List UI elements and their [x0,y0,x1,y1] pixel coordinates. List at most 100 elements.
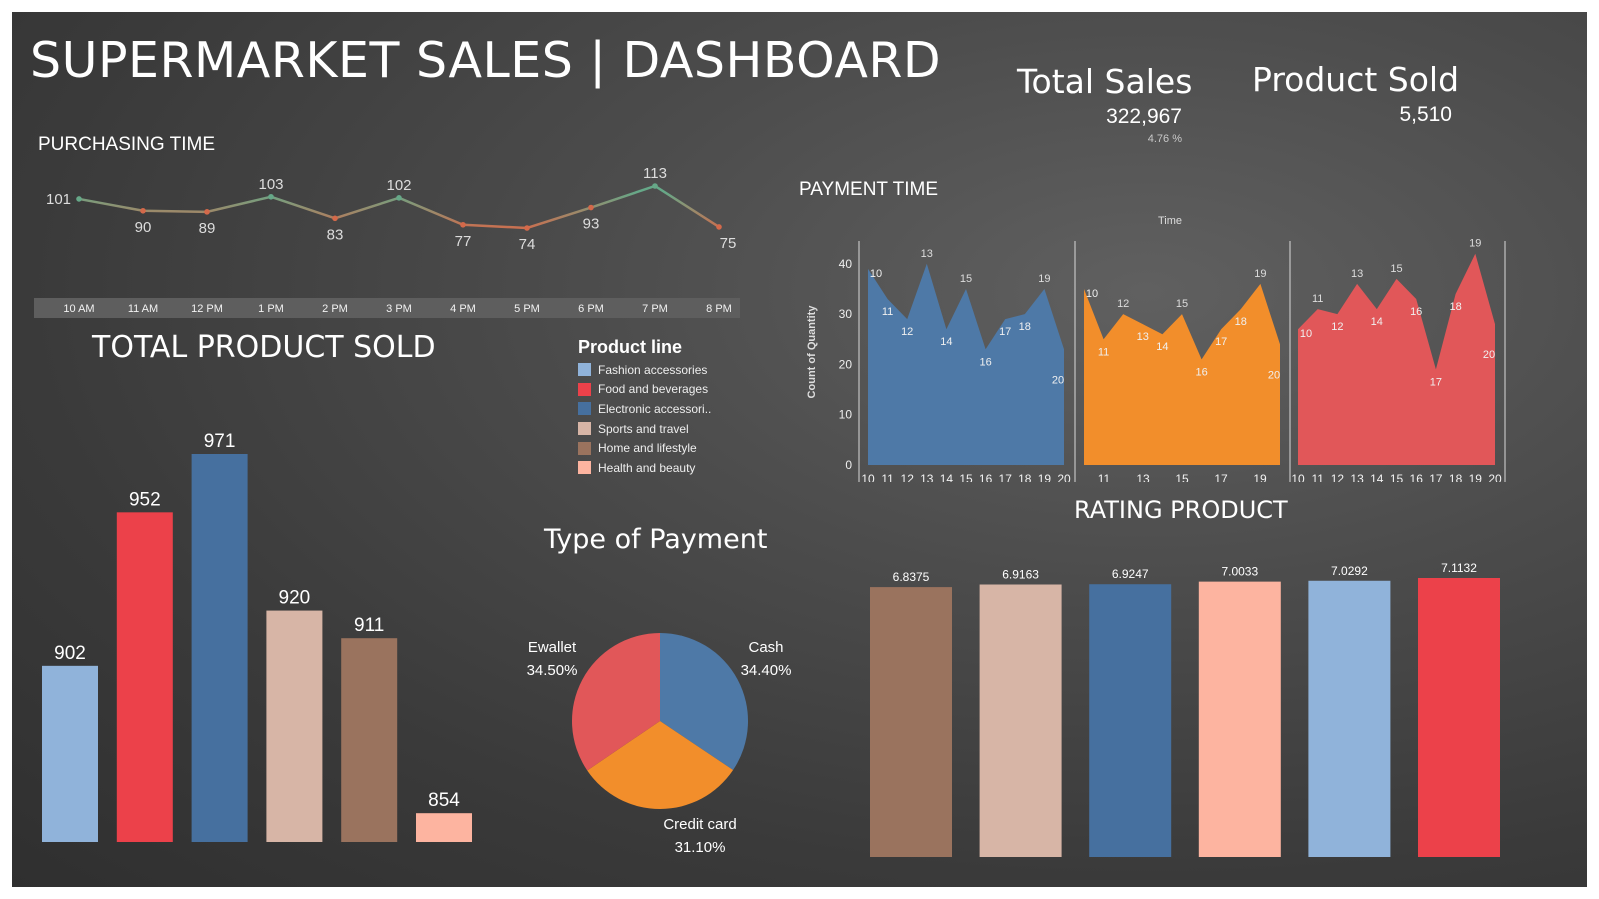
payment-x-tick: 15 [1390,472,1404,482]
legend-swatch [578,441,591,455]
payment-point-label: 20 [1268,369,1280,381]
payment-x-tick: 19 [1469,472,1483,482]
payment-point-label: 20 [1483,349,1495,361]
payment-point-label: 15 [960,273,972,285]
legend-label: Food and beverages [598,382,709,397]
rating-bar [1089,584,1172,857]
legend-title: Product line [578,337,683,357]
kpi-product-sold: Product Sold 5,510 [1252,60,1459,127]
payment-point-label: 17 [1215,336,1227,348]
payment-point-label: 19 [1254,268,1266,280]
total-product-sold-bar [341,638,398,842]
kpi-total-sales-change: 4.76 % [1147,133,1182,145]
purchasing-point [268,193,274,200]
payment-point-label: 18 [1019,321,1031,333]
purchasing-tick-label: 6 PM [578,303,604,315]
payment-x-tick: 10 [1291,472,1305,482]
payment-x-tick: 12 [901,472,915,482]
purchasing-point [76,196,82,202]
payment-area [1298,253,1495,465]
purchasing-value-label: 113 [643,165,667,182]
payment-point-label: 10 [1086,288,1098,300]
payment-point-label: 12 [901,326,913,338]
total-product-sold-value-label: 971 [204,431,236,452]
payment-y-tick: 0 [845,458,852,472]
total-product-sold-bar [191,454,248,842]
rating-product-title: RATING PRODUCT [1074,496,1288,524]
dashboard-board: SUPERMARKET SALES | DASHBOARD Total Sale… [12,12,1587,887]
purchasing-tick-label: 11 AM [128,303,158,315]
total-product-sold-bar [116,512,173,842]
total-product-sold-value-label: 902 [54,643,86,664]
payment-point-label: 16 [979,356,991,368]
purchasing-point [588,204,594,211]
purchasing-tick-label: 1 PM [258,303,284,315]
purchasing-tick-label: 2 PM [322,303,348,315]
payment-time-chart: Time Count of Quantity 0 10 20 30 40 10 11 12 13… [806,215,1506,482]
payment-area [1084,283,1280,465]
legend-label: Fashion accessories [598,362,708,377]
legend-item: Fashion accessories [578,360,711,380]
total-product-sold-value-label: 854 [428,790,460,811]
payment-x-tick: 13 [920,472,934,482]
purchasing-point [524,225,530,231]
payment-x-tick: 17 [1214,472,1228,482]
payment-x-tick: 14 [1370,472,1384,482]
legend-item: Electronic accessori.. [578,399,711,419]
payment-x-tick: 13 [1350,472,1364,482]
purchasing-value-label: 103 [258,176,283,193]
payment-time-axis-title: Time [1158,215,1182,227]
rating-product-chart: 6.8375 6.9163 6.9247 7.0033 7.0292 7.1132 [870,561,1500,857]
payment-x-tick: 20 [1057,472,1071,482]
kpi-total-sales-value: 322,967 [1106,105,1182,128]
legend-swatch [578,422,591,436]
purchasing-value-label: 102 [386,177,411,194]
total-product-sold-title: TOTAL PRODUCT SOLD [92,330,436,365]
total-product-sold-bar [266,610,323,842]
payment-point-label: 14 [940,336,952,348]
payment-x-tick: 18 [1018,472,1032,482]
purchasing-value-label: 101 [46,191,71,208]
legend-item: Food and beverages [578,380,711,400]
payment-x-tick: 19 [1038,472,1052,482]
payment-point-label: 17 [999,326,1011,338]
purchasing-point [204,209,210,215]
legend-swatch [578,402,591,416]
purchasing-point [140,207,146,214]
purchasing-time-chart: 101 90 89 103 83 102 77 74 93 113 75 10 AM 11 AM 12 P… [34,165,740,318]
total-product-sold-bar [416,813,472,842]
payment-x-tick: 20 [1488,472,1502,482]
kpi-total-sales-label: Total Sales [1017,62,1193,101]
payment-point-label: 10 [870,268,882,280]
payment-y-tick: 30 [839,307,853,321]
payment-point-label: 15 [1390,263,1402,275]
purchasing-tick-label: 4 PM [450,303,476,315]
rating-bar [979,584,1062,857]
purchasing-value-label: 89 [199,220,216,237]
purchasing-point [716,224,722,230]
payment-point-label: 10 [1300,328,1312,340]
rating-bar [1308,580,1391,857]
payment-time-title: PAYMENT TIME [799,179,939,200]
payment-x-tick: 12 [1331,472,1345,482]
purchasing-point [396,195,402,201]
legend-item: Sports and travel [578,419,711,439]
payment-y-tick: 40 [839,257,853,271]
payment-x-tick: 11 [881,472,894,482]
payment-x-tick: 10 [861,472,875,482]
rating-value-label: 6.9163 [1002,567,1039,581]
purchasing-tick-label: 10 AM [63,303,94,315]
payment-point-label: 12 [1331,321,1343,333]
payment-point-label: 17 [1430,376,1442,388]
rating-value-label: 6.8375 [893,570,930,584]
purchasing-tick-label: 7 PM [642,303,668,315]
total-product-sold-bar [42,665,98,842]
rating-bar [1198,581,1281,857]
purchasing-value-label: 77 [455,233,472,250]
purchasing-time-title: PURCHASING TIME [38,134,216,155]
payment-x-tick: 11 [1098,472,1111,482]
payment-point-label: 13 [921,248,933,260]
purchasing-tick-label: 8 PM [706,303,732,315]
legend-swatch [578,461,591,475]
rating-value-label: 7.0033 [1221,565,1258,579]
